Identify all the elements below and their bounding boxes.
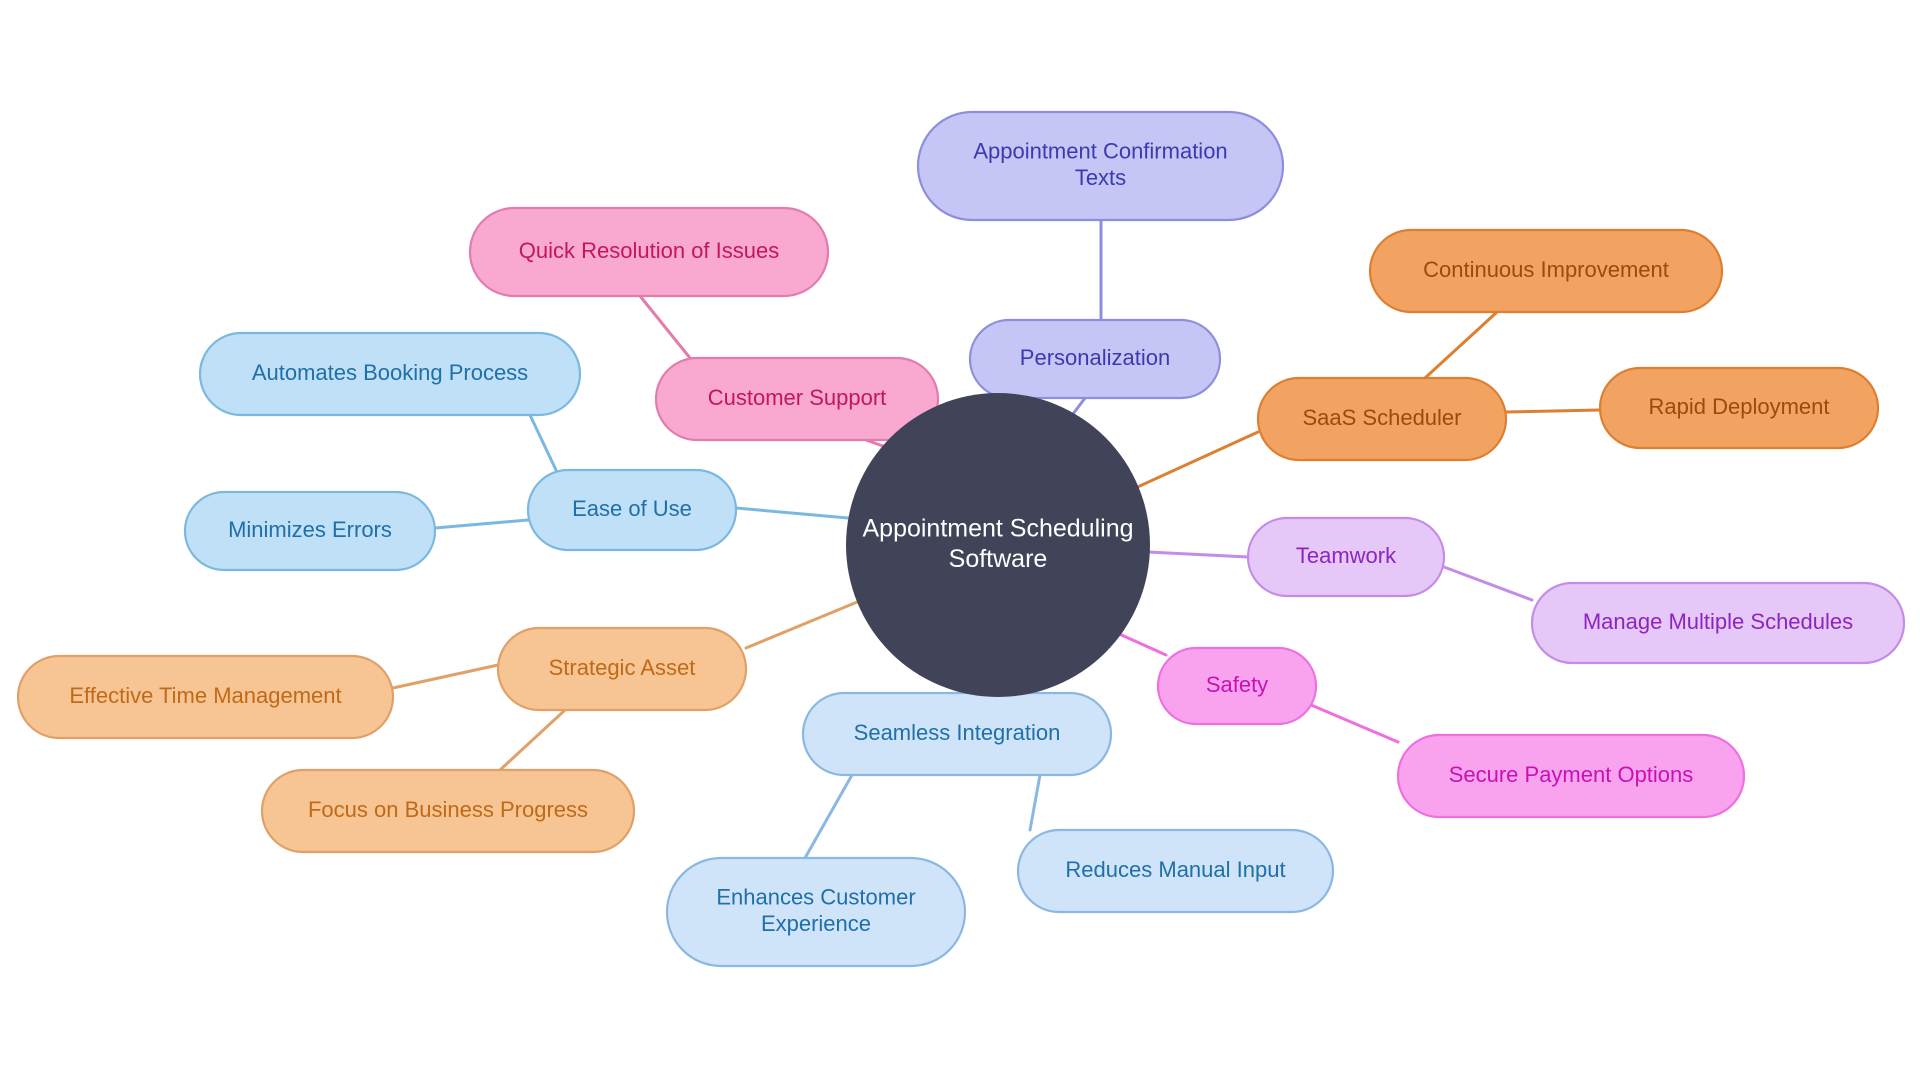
mindmap-edge <box>433 518 530 530</box>
mindmap-edge <box>1442 565 1534 602</box>
mindmap-node-customer-support[interactable]: Customer Support <box>654 356 940 442</box>
node-label: SaaS Scheduler <box>1303 405 1462 430</box>
mindmap-node-enhances-customer-experience[interactable]: Enhances CustomerExperience <box>665 856 967 968</box>
root-node-label: Software <box>949 545 1048 573</box>
node-label: Minimizes Errors <box>228 517 392 542</box>
mindmap-edge <box>638 294 692 360</box>
mindmap-edge <box>391 663 500 690</box>
mindmap-node-secure-payment-options[interactable]: Secure Payment Options <box>1396 733 1746 819</box>
mindmap-node-automates-booking-process[interactable]: Automates Booking Process <box>198 331 582 417</box>
node-label: Secure Payment Options <box>1449 762 1694 787</box>
node-label: Texts <box>1075 165 1126 190</box>
node-label: Personalization <box>1020 345 1170 370</box>
mindmap-node-focus-on-business-progress[interactable]: Focus on Business Progress <box>260 768 636 854</box>
mindmap-edge <box>1423 310 1499 380</box>
mindmap-node-safety[interactable]: Safety <box>1156 646 1318 726</box>
mindmap-node-continuous-improvement[interactable]: Continuous Improvement <box>1368 228 1724 314</box>
mindmap-edge <box>528 413 558 472</box>
node-label: Quick Resolution of Issues <box>519 238 779 263</box>
mindmap-node-quick-resolution-of-issues[interactable]: Quick Resolution of Issues <box>468 206 830 298</box>
mindmap-node-effective-time-management[interactable]: Effective Time Management <box>16 654 395 740</box>
mindmap-edge <box>1146 550 1250 559</box>
node-label: Safety <box>1206 672 1268 697</box>
mindmap-node-strategic-asset[interactable]: Strategic Asset <box>496 626 748 712</box>
mindmap-edge <box>803 773 854 860</box>
node-label: Focus on Business Progress <box>308 797 588 822</box>
node-label: Seamless Integration <box>854 720 1061 745</box>
mindmap-node-personalization[interactable]: Personalization <box>968 318 1222 400</box>
node-label: Continuous Improvement <box>1423 257 1669 282</box>
mindmap-edge <box>734 506 850 520</box>
mindmap-edge <box>744 598 864 650</box>
mindmap-edge <box>1115 631 1168 657</box>
mindmap-root-node[interactable]: Appointment Scheduling Software <box>846 393 1150 697</box>
mindmap-edge <box>1129 430 1260 492</box>
mindmap-node-minimizes-errors[interactable]: Minimizes Errors <box>183 490 437 572</box>
mindmap-node-seamless-integration[interactable]: Seamless Integration <box>801 691 1113 777</box>
node-label: Rapid Deployment <box>1649 394 1830 419</box>
mindmap-node-appointment-confirmation-texts[interactable]: Appointment ConfirmationTexts <box>916 110 1285 222</box>
mindmap-node-teamwork[interactable]: Teamwork <box>1246 516 1446 598</box>
mindmap-edge <box>498 708 567 772</box>
mindmap-node-manage-multiple-schedules[interactable]: Manage Multiple Schedules <box>1530 581 1906 665</box>
node-label: Ease of Use <box>572 496 692 521</box>
node-label: Reduces Manual Input <box>1065 857 1285 882</box>
root-node-label: Appointment Scheduling <box>862 514 1133 542</box>
mindmap-edge <box>1504 408 1602 414</box>
node-label: Teamwork <box>1296 543 1397 568</box>
mindmap-canvas: Appointment Confirmation Texts Personaliza… <box>0 0 1920 1080</box>
mindmap-node-saas-scheduler[interactable]: SaaS Scheduler <box>1256 376 1508 462</box>
node-label: Appointment Confirmation <box>973 138 1227 163</box>
node-label: Effective Time Management <box>69 683 341 708</box>
node-label: Strategic Asset <box>549 655 696 680</box>
node-label: Manage Multiple Schedules <box>1583 609 1853 634</box>
node-label: Experience <box>761 911 871 936</box>
mindmap-node-reduces-manual-input[interactable]: Reduces Manual Input <box>1016 828 1335 914</box>
root-node-layer: Appointment Scheduling Software <box>846 393 1150 697</box>
mindmap-edge <box>1302 700 1400 744</box>
mindmap-node-rapid-deployment[interactable]: Rapid Deployment <box>1598 366 1880 450</box>
node-label: Customer Support <box>708 385 887 410</box>
mindmap-edge <box>1028 773 1042 832</box>
node-label: Automates Booking Process <box>252 360 528 385</box>
node-label: Enhances Customer <box>716 884 915 909</box>
mindmap-node-ease-of-use[interactable]: Ease of Use <box>526 468 738 552</box>
mindmap-svg: Appointment ConfirmationTexts Personaliza… <box>16 110 1906 968</box>
